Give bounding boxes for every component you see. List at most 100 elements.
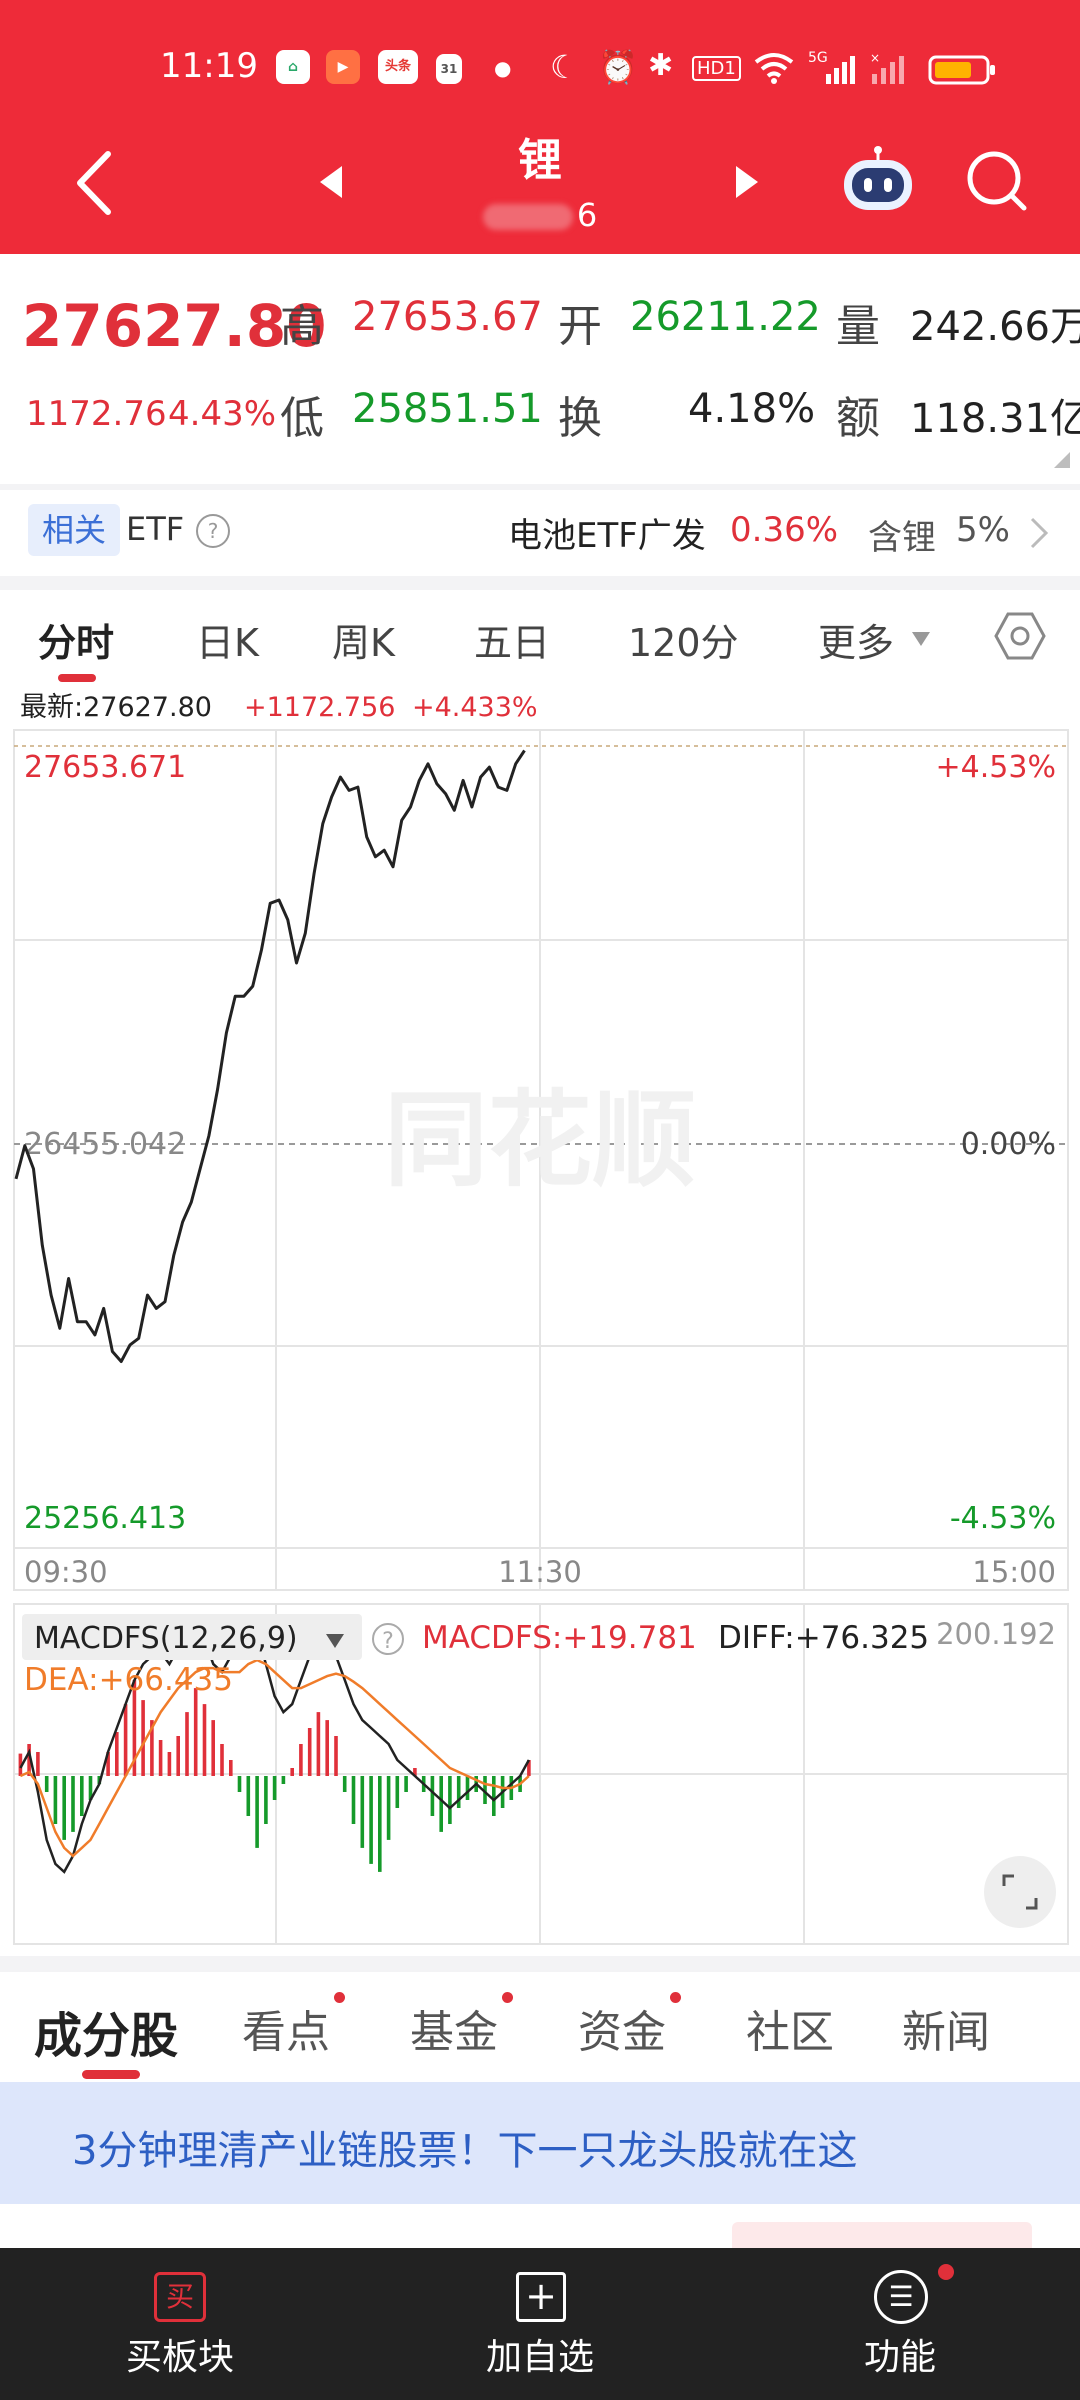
fullscreen-button[interactable] — [984, 1856, 1056, 1928]
macd-bar — [237, 1776, 242, 1792]
tab-more[interactable]: 更多 — [818, 612, 894, 667]
list-peek — [0, 2204, 1080, 2248]
latest-change-pct: +4.433% — [412, 692, 538, 723]
price-change-pct: 4.43% — [168, 394, 277, 434]
robot-assistant-icon[interactable] — [838, 146, 918, 216]
settings-icon[interactable] — [994, 610, 1046, 662]
high-label: 高 — [280, 301, 324, 352]
amount-value: 118.31亿 — [910, 396, 1080, 442]
tab-120min[interactable]: 120分 — [628, 612, 739, 667]
tab-funds[interactable]: 基金 — [410, 1996, 498, 2060]
tab-constituents[interactable]: 成分股 — [34, 1996, 178, 2066]
turnover-value: 4.18% — [688, 386, 816, 432]
status-time: 11:19 — [160, 46, 258, 86]
active-tab-indicator — [58, 674, 96, 682]
low-label: 低 — [280, 393, 324, 444]
tab-five-day[interactable]: 五日 — [474, 612, 550, 667]
turnover-label: 换 — [558, 393, 602, 444]
macd-bar — [220, 1744, 224, 1776]
content-tabs: 成分股 看点 基金 资金 社区 新闻 — [0, 1972, 1080, 2082]
intraday-chart[interactable]: 最新:27627.80 +1172.756 +4.433% 同花顺 27653.… — [0, 686, 1080, 1956]
dropdown-icon — [912, 632, 930, 646]
macd-bar — [299, 1744, 303, 1776]
macd-title[interactable]: MACDFS(12,26,9) — [34, 1621, 298, 1656]
tab-news[interactable]: 新闻 — [902, 1996, 990, 2060]
tab-daily-k[interactable]: 日K — [196, 612, 259, 667]
etf-change-pct: 0.36% — [730, 510, 839, 550]
macd-bar — [465, 1776, 470, 1800]
open-value: 26211.22 — [630, 294, 821, 340]
menu-icon: ☰ — [874, 2270, 928, 2324]
hd-icon: HD1 — [692, 56, 741, 81]
app-notification-icon: ⌂ — [276, 50, 310, 84]
macd-bar — [53, 1776, 58, 1824]
tab-weekly-k[interactable]: 周K — [332, 612, 395, 667]
y-top-label: 27653.671 — [24, 750, 186, 785]
macd-bar — [62, 1776, 66, 1840]
promo-banner[interactable]: 3分钟理清产业链股票！下一只龙头股就在这 — [0, 2082, 1080, 2204]
macd-bar — [395, 1776, 400, 1808]
calendar-icon: 31 — [436, 54, 462, 84]
help-icon[interactable]: ? — [196, 514, 230, 548]
tab-community[interactable]: 社区 — [746, 1996, 834, 2060]
period-tabs: 分时 日K 周K 五日 120分 更多 — [0, 590, 1080, 687]
watermark-logo: 同花顺 — [384, 1079, 696, 1201]
volume-value: 242.66万 — [910, 304, 1080, 350]
related-etf-row[interactable]: 相关 ETF ? 电池ETF广发 0.36% 含锂 5% — [0, 490, 1080, 576]
price-line — [14, 749, 526, 1363]
functions-button[interactable]: ☰ 功能 — [720, 2248, 1080, 2400]
code-suffix: 6 — [576, 196, 598, 234]
video-app-icon: ▶ — [326, 50, 360, 84]
tab-capital[interactable]: 资金 — [578, 1996, 666, 2060]
x-label-close: 15:00 — [972, 1555, 1056, 1589]
x-label-open: 09:30 — [24, 1555, 108, 1589]
unread-dot — [670, 1992, 681, 2003]
quote-panel: 27627.80 1172.76 4.43% 高 27653.67 低 2585… — [0, 254, 1080, 484]
dea-value: DEA:+66.435 — [24, 1662, 233, 1698]
high-value: 27653.67 — [352, 294, 543, 340]
latest-price-label: 最新:27627.80 — [20, 692, 212, 723]
bluetooth-icon: ✱ — [648, 48, 674, 83]
latest-change: +1172.756 — [244, 692, 395, 723]
bottom-action-bar: 买 买板块 + 加自选 ☰ 功能 — [0, 2248, 1080, 2400]
signal-5g-icon — [826, 56, 855, 84]
macd-bar — [229, 1760, 233, 1776]
next-item-icon[interactable] — [732, 164, 762, 200]
macd-bar — [80, 1776, 84, 1816]
macd-bar — [202, 1704, 207, 1776]
macd-bar — [185, 1712, 189, 1776]
buy-sector-button[interactable]: 买 买板块 — [0, 2248, 360, 2400]
pct-bottom-label: -4.53% — [950, 1501, 1056, 1536]
etf-label: ETF — [126, 510, 185, 548]
moon-icon: ☾ — [550, 48, 579, 86]
intraday-chart-panel: 最新:27627.80 +1172.756 +4.433% 同花顺 27653.… — [0, 686, 1080, 1956]
unread-dot — [938, 2264, 954, 2280]
macd-help-mark: ? — [382, 1629, 394, 1654]
etf-name: 电池ETF广发 — [508, 516, 706, 556]
macd-bar — [264, 1776, 268, 1824]
y-bottom-label: 25256.413 — [24, 1501, 186, 1536]
macd-bar — [141, 1700, 145, 1776]
diff-value: DIFF:+76.325 — [718, 1620, 929, 1656]
add-watchlist-button[interactable]: + 加自选 — [360, 2248, 720, 2400]
macd-value: MACDFS:+19.781 — [422, 1620, 697, 1656]
pct-mid-label: 0.00% — [961, 1127, 1056, 1162]
unread-dot — [334, 1992, 345, 2003]
macd-bar — [378, 1776, 382, 1872]
tab-intraday[interactable]: 分时 — [38, 612, 114, 667]
toutiao-icon: 头条 — [378, 50, 418, 84]
expand-corner-icon[interactable] — [1052, 450, 1072, 470]
volume-label: 量 — [836, 301, 880, 352]
macd-bar — [255, 1776, 259, 1848]
wifi-icon — [754, 53, 794, 84]
macd-bar — [115, 1732, 119, 1776]
dot-icon: ● — [494, 56, 512, 80]
open-label: 开 — [558, 301, 602, 352]
promo-banner-text[interactable]: 3分钟理清产业链股票！下一只龙头股就在这 — [72, 2118, 857, 2176]
tab-highlights[interactable]: 看点 — [242, 1996, 330, 2060]
macd-bar — [71, 1776, 75, 1832]
search-icon[interactable] — [964, 148, 1030, 214]
macd-bar — [386, 1776, 391, 1840]
macd-bar — [281, 1776, 286, 1784]
svg-text:×: × — [870, 52, 880, 65]
